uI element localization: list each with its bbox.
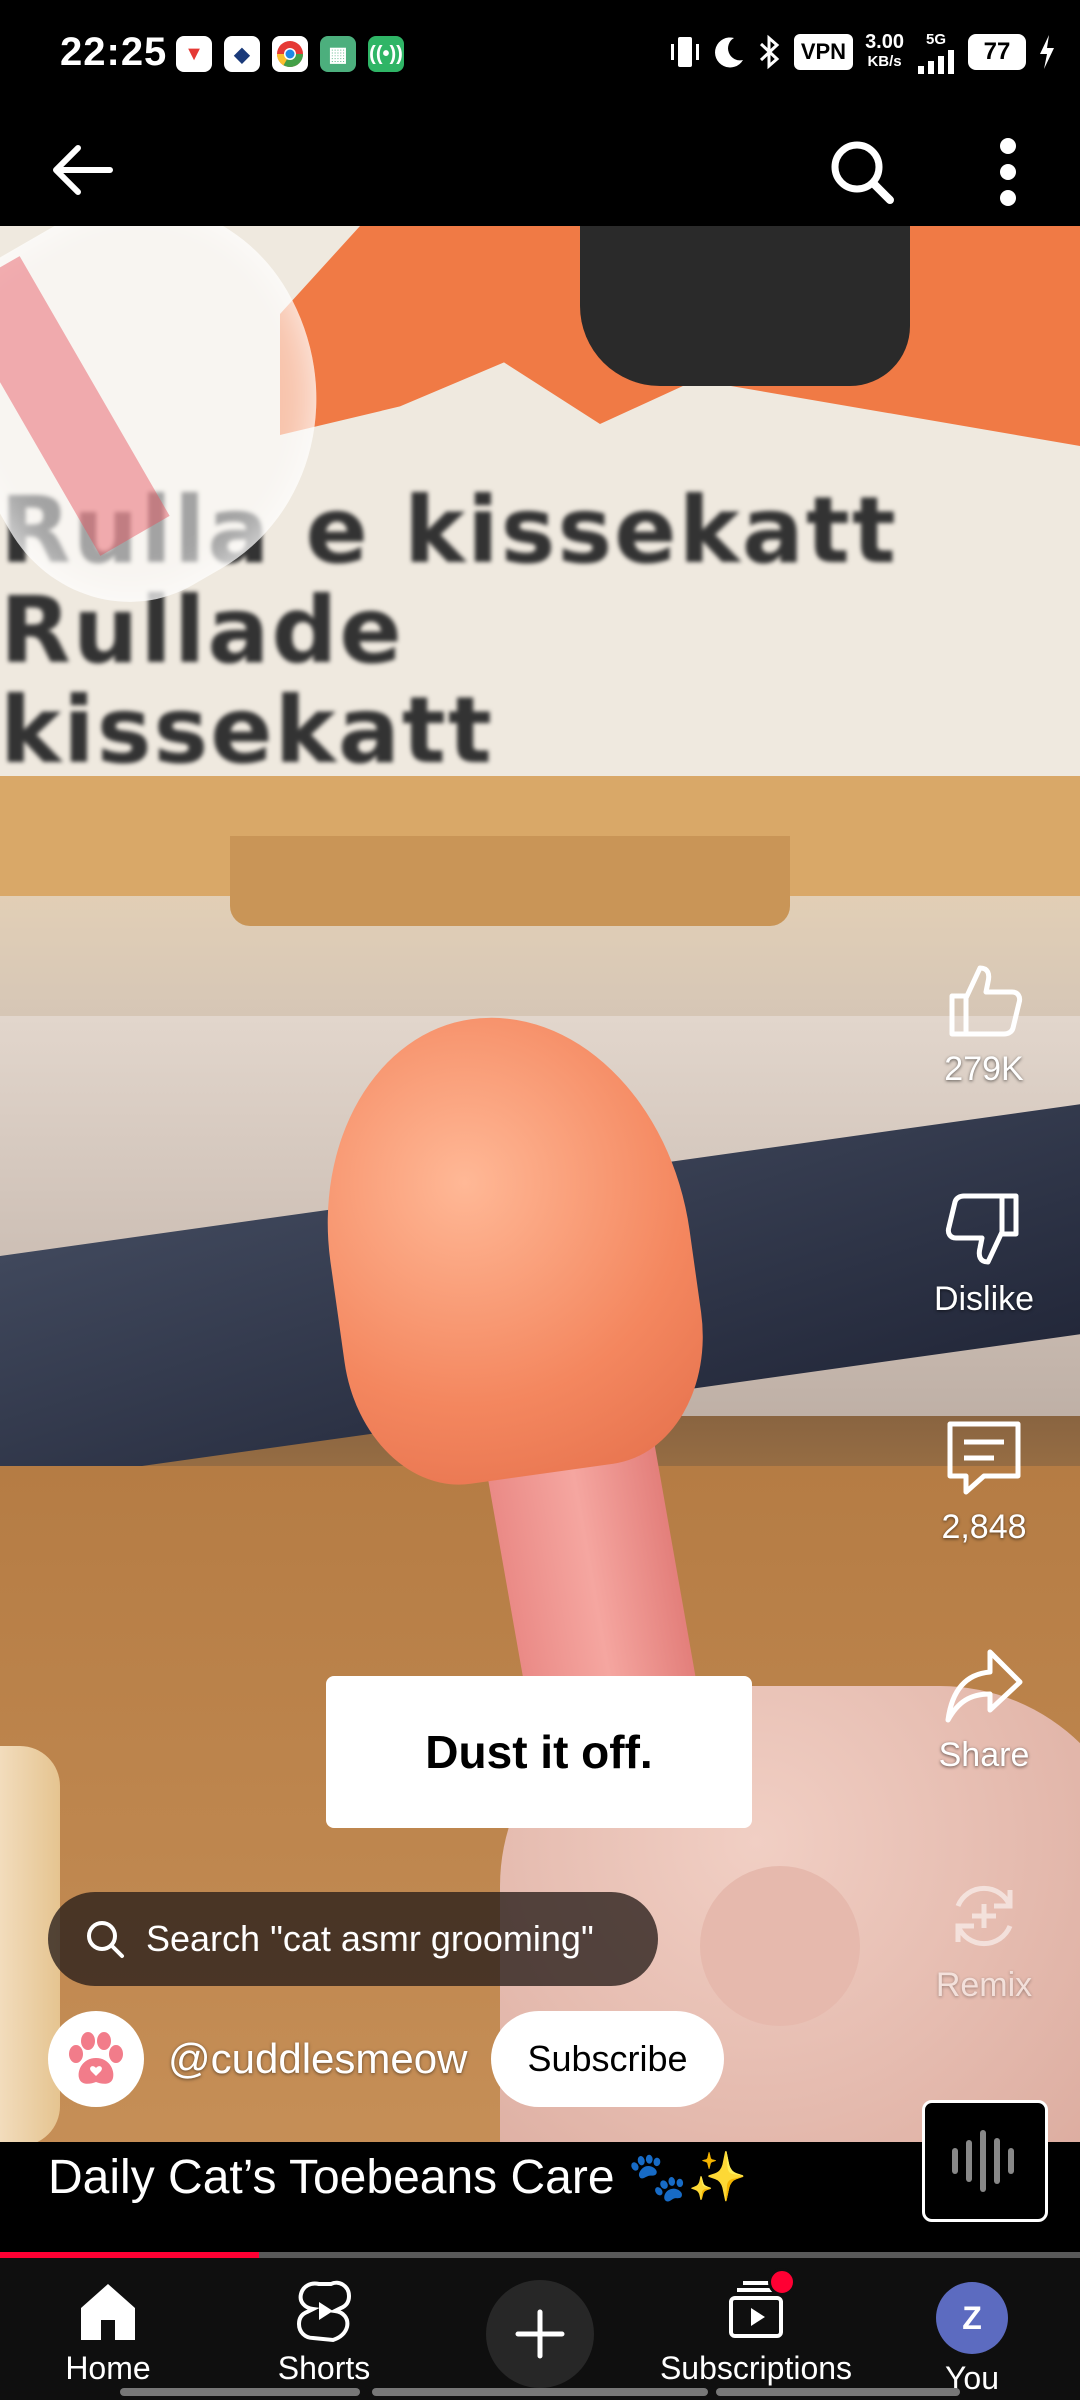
short-video-player[interactable]: Rulla e kissekatt Rullade kissekatt Dust… [0,226,1080,2142]
system-icons: VPN 3.00 KB/s 5G 77 [670,30,1056,74]
audio-waveform-icon [952,2130,1014,2192]
share-button[interactable]: Share [904,1646,1064,1775]
nav-home-label: Home [65,2350,151,2386]
more-options-button[interactable] [980,136,1036,208]
like-button[interactable]: 279K [904,960,1064,1089]
gesture-bar-center [372,2388,708,2396]
paw-icon [69,2032,123,2084]
search-button[interactable] [826,136,898,208]
shelf-front [230,836,790,926]
chrome-notification-icon [272,36,308,72]
network-speed-unit: KB/s [867,53,902,70]
share-icon [945,1649,1023,1723]
channel-avatar[interactable] [48,2011,144,2107]
more-vert-icon [1000,138,1016,206]
sound-button[interactable] [922,2100,1048,2222]
sheets-notification-icon: ▦ [320,36,356,72]
app-notification-icon: ▼ [176,36,212,72]
search-suggestion-text: Search "cat asmr grooming" [146,1918,594,1959]
you-avatar: Z [936,2282,1008,2354]
nav-you[interactable]: Z You [872,2258,1072,2400]
nav-shorts-label: Shorts [277,2350,371,2386]
back-button[interactable] [48,140,120,200]
charging-bolt-icon [1040,35,1054,69]
dislike-button[interactable]: Dislike [904,1190,1064,1319]
gesture-bar-right [716,2388,960,2396]
vibrate-icon [670,37,699,67]
signal-bars-icon [918,50,954,74]
plus-icon [515,2309,565,2359]
hand-finger [700,1866,860,2026]
remix-label: Remix [935,1966,1033,2004]
home-icon [81,2284,135,2340]
share-label: Share [938,1736,1030,1774]
nav-shorts[interactable]: Shorts [224,2258,424,2400]
thumbs-up-icon [949,965,1023,1037]
vpn-badge: VPN [793,34,854,70]
signal: 5G [916,30,956,74]
dislike-label: Dislike [933,1280,1035,1318]
search-suggestion-pill[interactable]: Search "cat asmr grooming" [48,1892,658,1986]
network-speed: 3.00 KB/s [865,32,904,72]
video-title[interactable]: Daily Cat’s Toebeans Care 🐾✨ [48,2146,747,2210]
subscriptions-notification-dot [768,2268,796,2296]
status-bar: 22:25 ▼ ◆ ▦ ((•)) VPN 3.00 KB/s 5G 77 [0,0,1080,112]
comment-icon [947,1421,1021,1495]
shorts-icon [296,2280,352,2343]
video-caption: Dust it off. [326,1676,752,1828]
arrow-left-icon [53,145,113,195]
network-speed-value: 3.00 [865,31,904,53]
poster-text-line-2: Rullade kissekatt [0,577,494,784]
do-not-disturb-moon-icon [714,37,743,68]
status-time: 22:25 [60,30,168,74]
create-button[interactable] [486,2280,594,2388]
comment-count: 2,848 [941,1508,1027,1546]
search-icon [87,1921,124,1958]
channel-row: @cuddlesmeow Subscribe [48,2010,724,2108]
hotspot-notification-icon: ((•)) [368,36,404,72]
like-count: 279K [944,1050,1024,1088]
subscribe-button[interactable]: Subscribe [491,2011,724,2107]
remix-icon [955,1885,1013,1947]
notification-icons: ▼ ◆ ▦ ((•)) [176,36,404,72]
poster-black-shape [580,226,910,386]
battery-indicator: 77 [968,34,1026,70]
thumbs-down-icon [945,1193,1019,1265]
network-type: 5G [925,31,946,48]
comments-button[interactable]: 2,848 [904,1418,1064,1547]
top-app-bar [0,112,1080,226]
nav-home[interactable]: Home [8,2258,208,2400]
gesture-bar-left [120,2388,360,2396]
cat-app-notification-icon: ◆ [224,36,260,72]
nav-subscriptions[interactable]: Subscriptions [656,2258,856,2400]
bottom-navigation: Home Shorts Subscriptions Z You [0,2258,1080,2400]
nav-subscriptions-label: Subscriptions [659,2350,853,2386]
search-icon [831,141,894,204]
channel-handle[interactable]: @cuddlesmeow [168,2035,467,2083]
bluetooth-icon [759,34,780,70]
remix-button[interactable]: Remix [904,1876,1064,2005]
